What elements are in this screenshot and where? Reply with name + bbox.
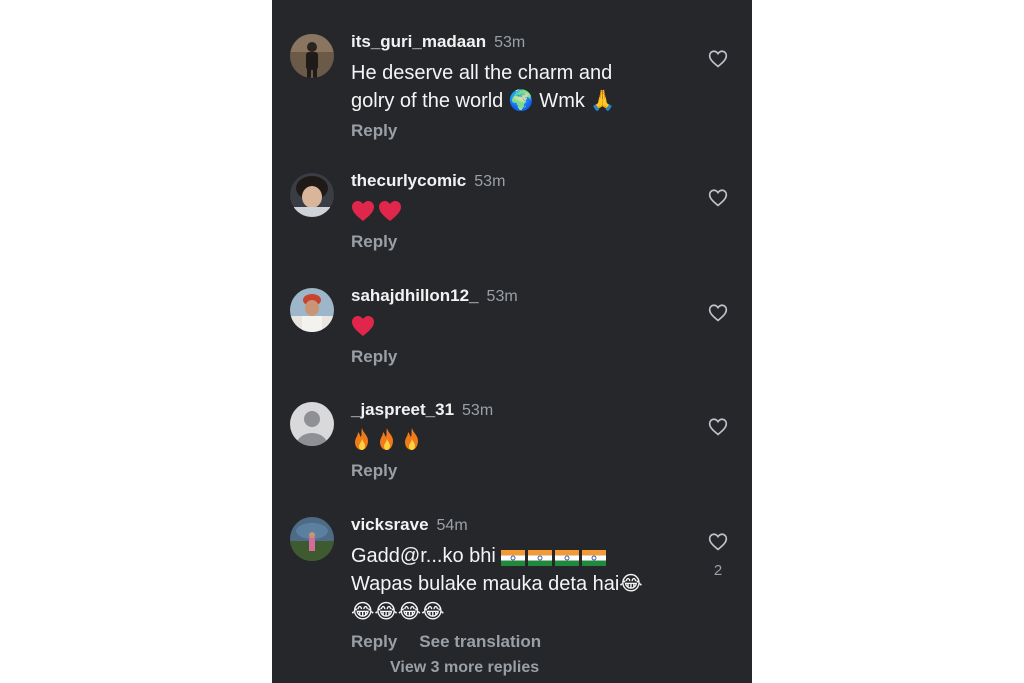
comment-line: golry of the world 🌍 Wmk 🙏 <box>351 90 616 112</box>
timestamp: 53m <box>474 173 506 190</box>
india-flag-icon <box>555 550 580 566</box>
comment-line: He deserve all the charm and <box>351 62 613 84</box>
comment-text <box>351 427 691 455</box>
timestamp: 53m <box>462 402 494 419</box>
comments-panel: its_guri_madaan 53m He deserve all the ch… <box>272 0 752 683</box>
avatar[interactable] <box>290 173 334 217</box>
reply-button[interactable]: Reply <box>351 632 397 651</box>
heart-outline-icon <box>708 50 728 68</box>
username[interactable]: its_guri_madaan <box>351 32 486 51</box>
timestamp: 53m <box>486 288 518 305</box>
username[interactable]: sahajdhillon12_ <box>351 286 479 305</box>
timestamp: 53m <box>494 34 526 51</box>
india-flag-icon <box>501 550 526 566</box>
comment-text: Gadd@r...ko bhi Wapas bulake mauka deta … <box>351 542 691 626</box>
heart-icon <box>352 316 374 336</box>
default-avatar[interactable] <box>290 402 334 446</box>
comment-text <box>351 198 691 226</box>
heart-icon <box>352 201 374 221</box>
comment-text: He deserve all the charm and golry of th… <box>351 59 691 115</box>
heart-outline-icon <box>708 533 728 551</box>
like-button[interactable] <box>708 303 728 327</box>
username[interactable]: thecurlycomic <box>351 171 466 190</box>
avatar[interactable] <box>290 34 334 78</box>
fire-icon <box>355 428 368 450</box>
comment-line: Gadd@r...ko bhi <box>351 545 496 567</box>
like-button[interactable] <box>708 49 728 73</box>
username[interactable]: _jaspreet_31 <box>351 400 454 419</box>
reply-button[interactable]: Reply <box>351 461 397 480</box>
heart-outline-icon <box>708 304 728 322</box>
reply-button[interactable]: Reply <box>351 121 397 140</box>
heart-icon <box>379 201 401 221</box>
reply-button[interactable]: Reply <box>351 232 397 251</box>
heart-outline-icon <box>708 189 728 207</box>
comment-text <box>351 313 691 341</box>
timestamp: 54m <box>436 517 468 534</box>
india-flag-icon <box>582 550 607 566</box>
view-more-replies-link[interactable]: View 3 more replies <box>390 659 539 677</box>
see-translation-button[interactable]: See translation <box>419 632 541 651</box>
fire-icon <box>405 428 418 450</box>
avatar[interactable] <box>290 517 334 561</box>
avatar[interactable] <box>290 288 334 332</box>
like-button[interactable] <box>708 188 728 212</box>
reply-button[interactable]: Reply <box>351 347 397 366</box>
india-flag-icon <box>528 550 553 566</box>
username[interactable]: vicksrave <box>351 515 429 534</box>
like-button[interactable] <box>708 417 728 441</box>
fire-icon <box>380 428 393 450</box>
like-button[interactable]: 2 <box>708 532 728 579</box>
comment-line: Wapas bulake mauka deta hai😂 <box>351 573 643 595</box>
flag-emoji-group <box>501 545 609 567</box>
like-count: 2 <box>713 562 723 579</box>
heart-outline-icon <box>708 418 728 436</box>
comment-line: 😂😂😂😂 <box>351 601 445 623</box>
